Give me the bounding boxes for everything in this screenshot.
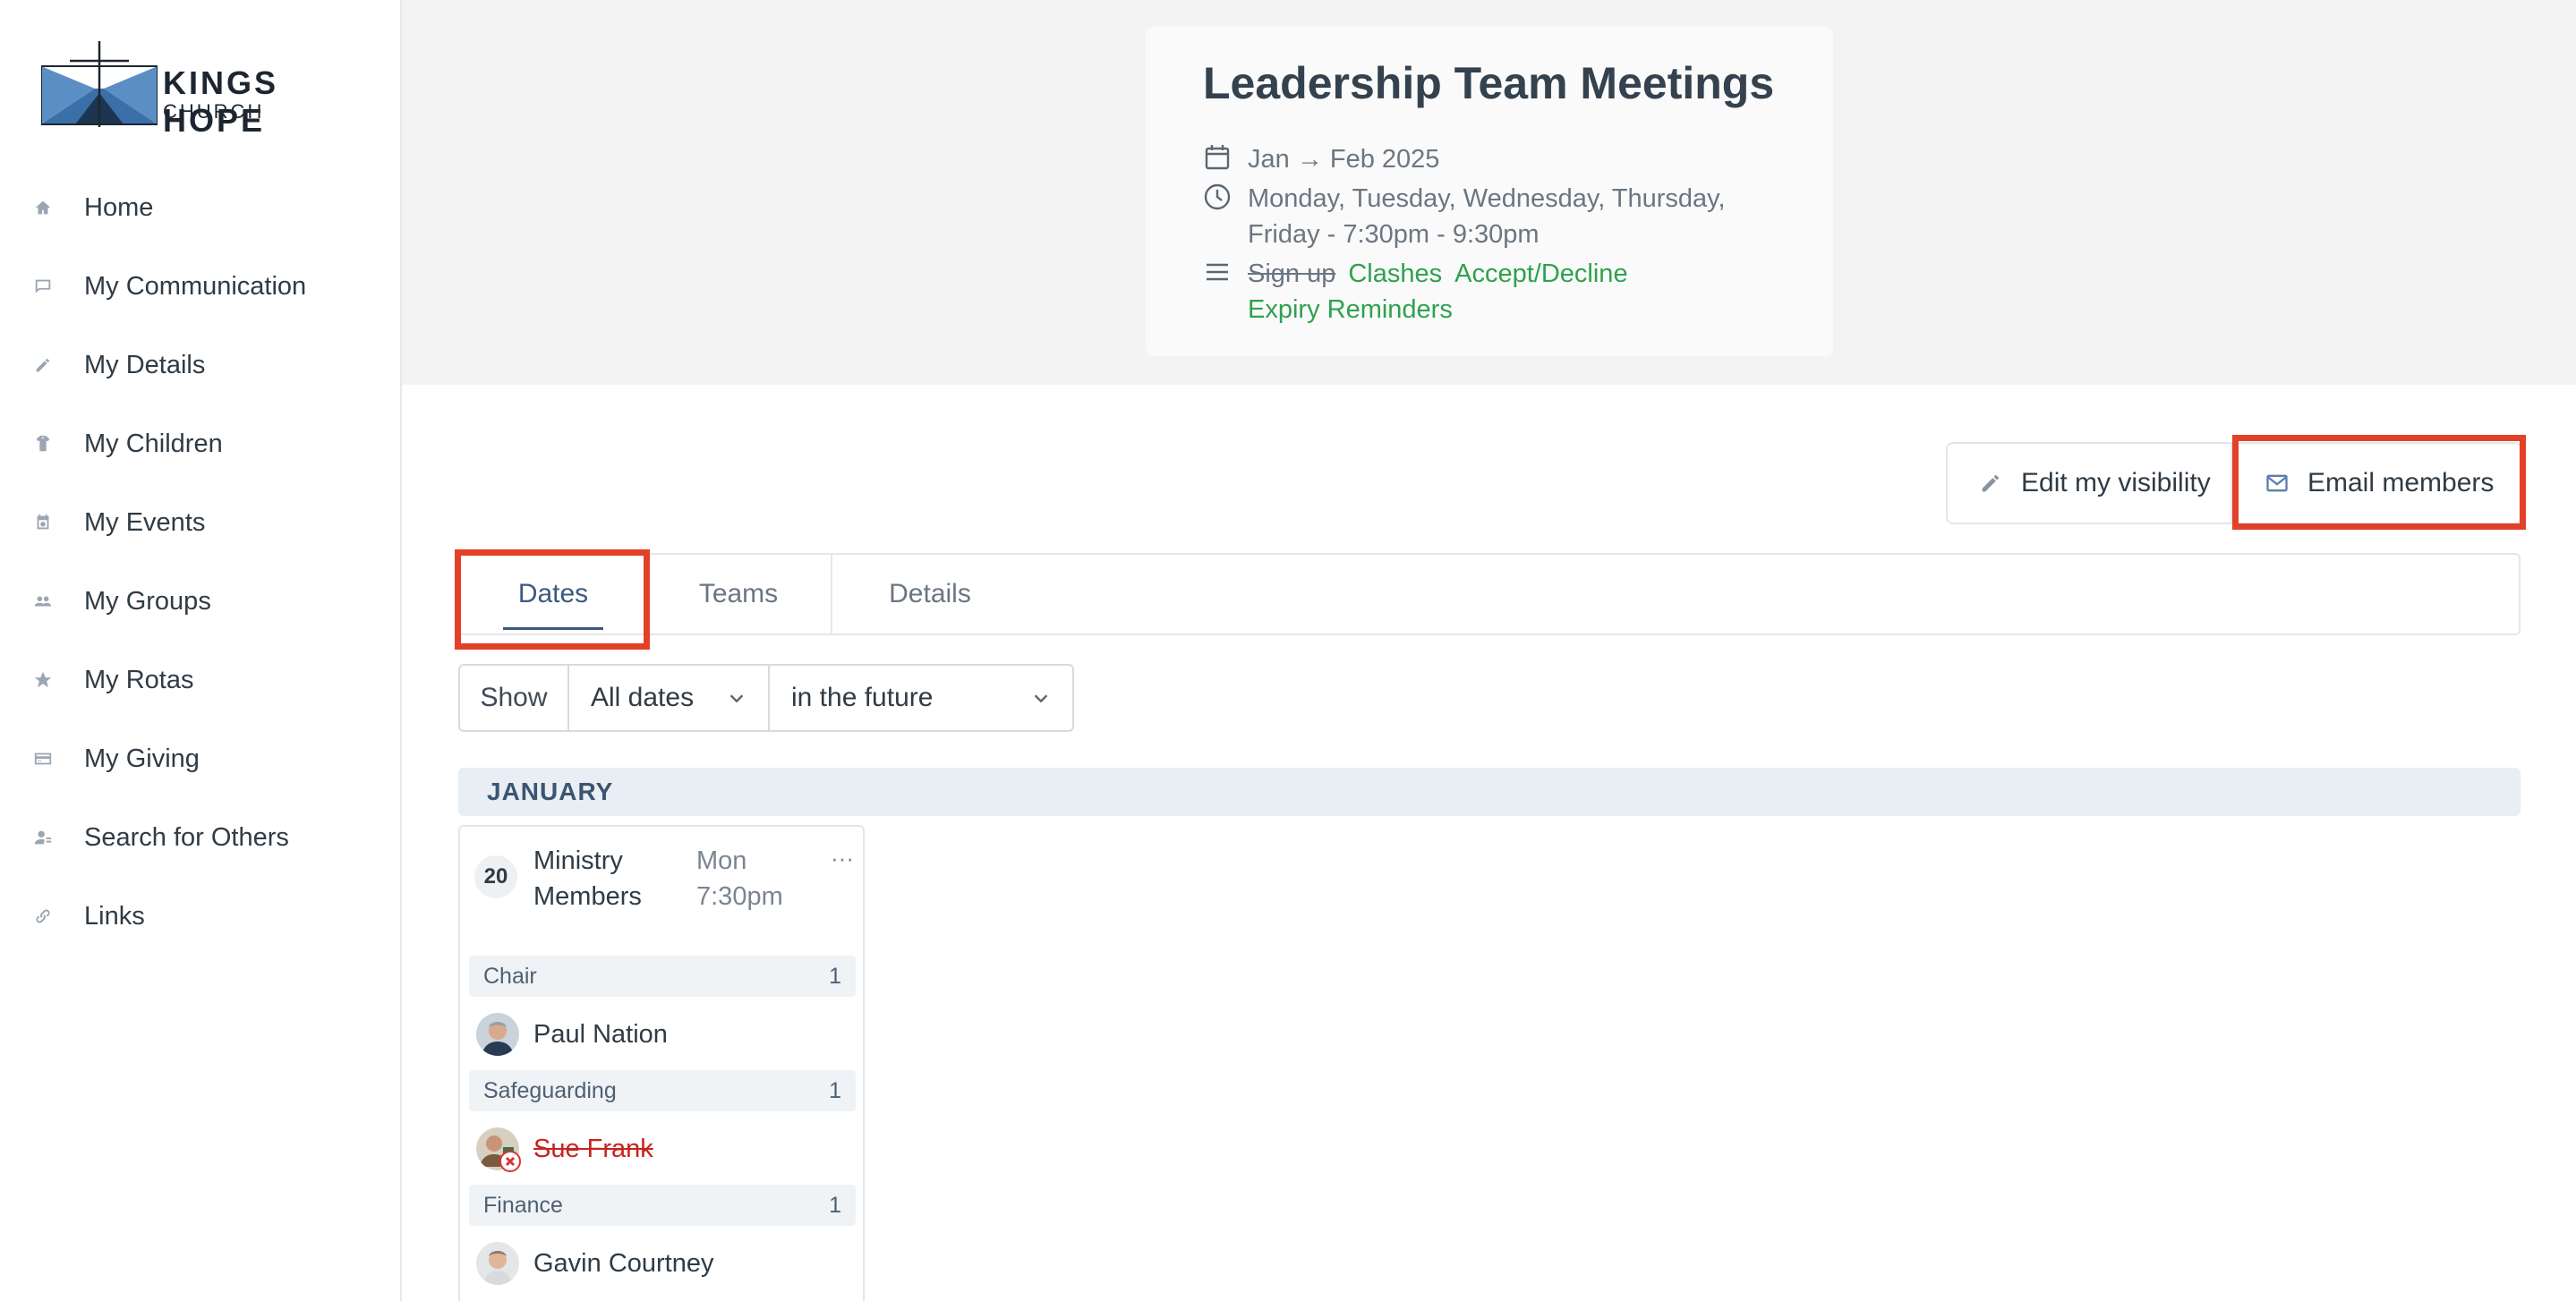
card-icon xyxy=(32,748,54,770)
sidebar-item-label: My Details xyxy=(84,350,206,379)
sidebar-item-label: My Communication xyxy=(84,271,307,301)
email-members-label: Email members xyxy=(2307,468,2495,497)
email-members-button[interactable]: Email members xyxy=(2232,444,2521,523)
church-logo[interactable]: KINGS HOPE CHURCH xyxy=(40,39,372,139)
event-links: Sign up Clashes Accept/Decline Expiry Remin… xyxy=(1248,256,1749,327)
sidebar-item-label: My Rotas xyxy=(84,665,194,694)
event-title: Leadership Team Meetings xyxy=(1203,58,1775,108)
dates-select-value: All dates xyxy=(591,683,695,712)
role-row: Chair 1 xyxy=(469,956,856,997)
person-name: Paul Nation xyxy=(533,1019,668,1049)
clashes-link[interactable]: Clashes xyxy=(1348,259,1442,288)
logo-mark-icon xyxy=(40,41,158,127)
event-schedule: Monday, Tuesday, Wednesday, Thursday, Fr… xyxy=(1248,184,1726,249)
pencil-icon xyxy=(1982,474,2000,492)
signup-link: Sign up xyxy=(1248,259,1336,288)
range-select-value: in the future xyxy=(791,683,934,712)
sidebar-item-label: My Groups xyxy=(84,586,211,616)
sidebar-item-links[interactable]: Links xyxy=(0,877,400,956)
sidebar-item-search-others[interactable]: Search for Others xyxy=(0,798,400,877)
dates-select[interactable]: All dates xyxy=(569,666,770,730)
calendar-icon xyxy=(1203,143,1232,172)
role-name: Safeguarding xyxy=(483,1077,617,1103)
logo-subtitle: CHURCH xyxy=(163,100,265,123)
role-name: Chair xyxy=(483,963,537,989)
sidebar-item-giving[interactable]: My Giving xyxy=(0,719,400,798)
accept-decline-link[interactable]: Accept/Decline xyxy=(1454,259,1627,288)
event-actions: Edit my visibility Email members xyxy=(1946,442,2522,524)
role-count: 1 xyxy=(829,963,841,989)
sidebar-nav: Home My Communication My Details My Chil… xyxy=(0,168,400,956)
chevron-down-icon xyxy=(729,694,744,703)
role-person[interactable]: Paul Nation xyxy=(476,1013,668,1056)
sidebar-item-label: Home xyxy=(84,192,154,222)
event-date-range-row: Jan → Feb 2025 xyxy=(1203,141,1439,177)
sidebar-item-details[interactable]: My Details xyxy=(0,326,400,404)
chat-icon xyxy=(32,276,54,297)
sidebar-item-home[interactable]: Home xyxy=(0,168,400,247)
sidebar-item-label: My Events xyxy=(84,507,206,537)
event-links-row: Sign up Clashes Accept/Decline Expiry Remin… xyxy=(1203,256,1749,327)
role-name: Finance xyxy=(483,1192,563,1218)
envelope-icon xyxy=(2266,474,2288,492)
sidebar-item-label: Search for Others xyxy=(84,822,289,852)
sidebar-item-communication[interactable]: My Communication xyxy=(0,247,400,326)
date-card-title: Ministry Members xyxy=(533,846,642,911)
sidebar-item-children[interactable]: My Children xyxy=(0,404,400,483)
child-icon xyxy=(32,433,54,455)
sidebar: KINGS HOPE CHURCH Home My Communication … xyxy=(0,0,402,1301)
sidebar-item-rotas[interactable]: My Rotas xyxy=(0,641,400,719)
sidebar-item-label: My Giving xyxy=(84,744,200,773)
month-header: JANUARY xyxy=(458,768,2521,816)
range-select[interactable]: in the future xyxy=(770,666,1072,730)
date-card-time: Mon 7:30pm xyxy=(696,846,783,911)
sidebar-item-label: My Children xyxy=(84,429,223,458)
sidebar-item-groups[interactable]: My Groups xyxy=(0,562,400,641)
role-row: Finance 1 xyxy=(469,1185,856,1226)
person-name: Sue Frank xyxy=(533,1134,653,1163)
role-person[interactable]: Gavin Courtney xyxy=(476,1242,714,1285)
declined-icon xyxy=(499,1151,521,1172)
event-date-range: Jan → Feb 2025 xyxy=(1248,145,1440,174)
home-icon xyxy=(32,197,54,218)
filter-show-label: Show xyxy=(460,666,569,730)
calendar-icon xyxy=(32,512,54,533)
sidebar-item-events[interactable]: My Events xyxy=(0,483,400,562)
star-icon xyxy=(32,669,54,691)
role-count: 1 xyxy=(829,1077,841,1103)
person-name: Gavin Courtney xyxy=(533,1248,714,1278)
avatar xyxy=(476,1127,521,1172)
edit-visibility-label: Edit my visibility xyxy=(2021,468,2211,497)
expiry-reminders-link[interactable]: Expiry Reminders xyxy=(1248,295,1453,324)
date-filter: Show All dates in the future xyxy=(458,664,1074,732)
group-icon xyxy=(32,591,54,612)
more-options-button[interactable]: ··· xyxy=(831,845,854,872)
sidebar-item-label: Links xyxy=(84,901,145,931)
chevron-down-icon xyxy=(1034,694,1048,703)
clock-icon xyxy=(1203,183,1232,211)
menu-icon xyxy=(1203,258,1232,286)
event-summary-card: Leadership Team Meetings Jan → Feb 2025 … xyxy=(1146,27,1833,356)
link-icon xyxy=(32,906,54,927)
event-schedule-row: Monday, Tuesday, Wednesday, Thursday, Fr… xyxy=(1203,181,1749,252)
person-search-icon xyxy=(32,827,54,848)
role-person[interactable]: Sue Frank xyxy=(476,1127,653,1172)
day-badge: 20 xyxy=(474,855,517,898)
avatar xyxy=(476,1013,519,1056)
edit-visibility-button[interactable]: Edit my visibility xyxy=(1948,444,2232,523)
tab-details[interactable]: Details xyxy=(832,555,1028,633)
pencil-icon xyxy=(32,354,54,376)
role-count: 1 xyxy=(829,1192,841,1218)
tab-dates[interactable]: Dates xyxy=(460,555,646,633)
date-card[interactable]: 20 Ministry Members Mon 7:30pm ··· Chair… xyxy=(458,825,865,1301)
event-tabs: Dates Teams Details xyxy=(458,553,2521,635)
avatar xyxy=(476,1242,519,1285)
role-row: Safeguarding 1 xyxy=(469,1070,856,1111)
tab-teams[interactable]: Teams xyxy=(646,555,832,633)
